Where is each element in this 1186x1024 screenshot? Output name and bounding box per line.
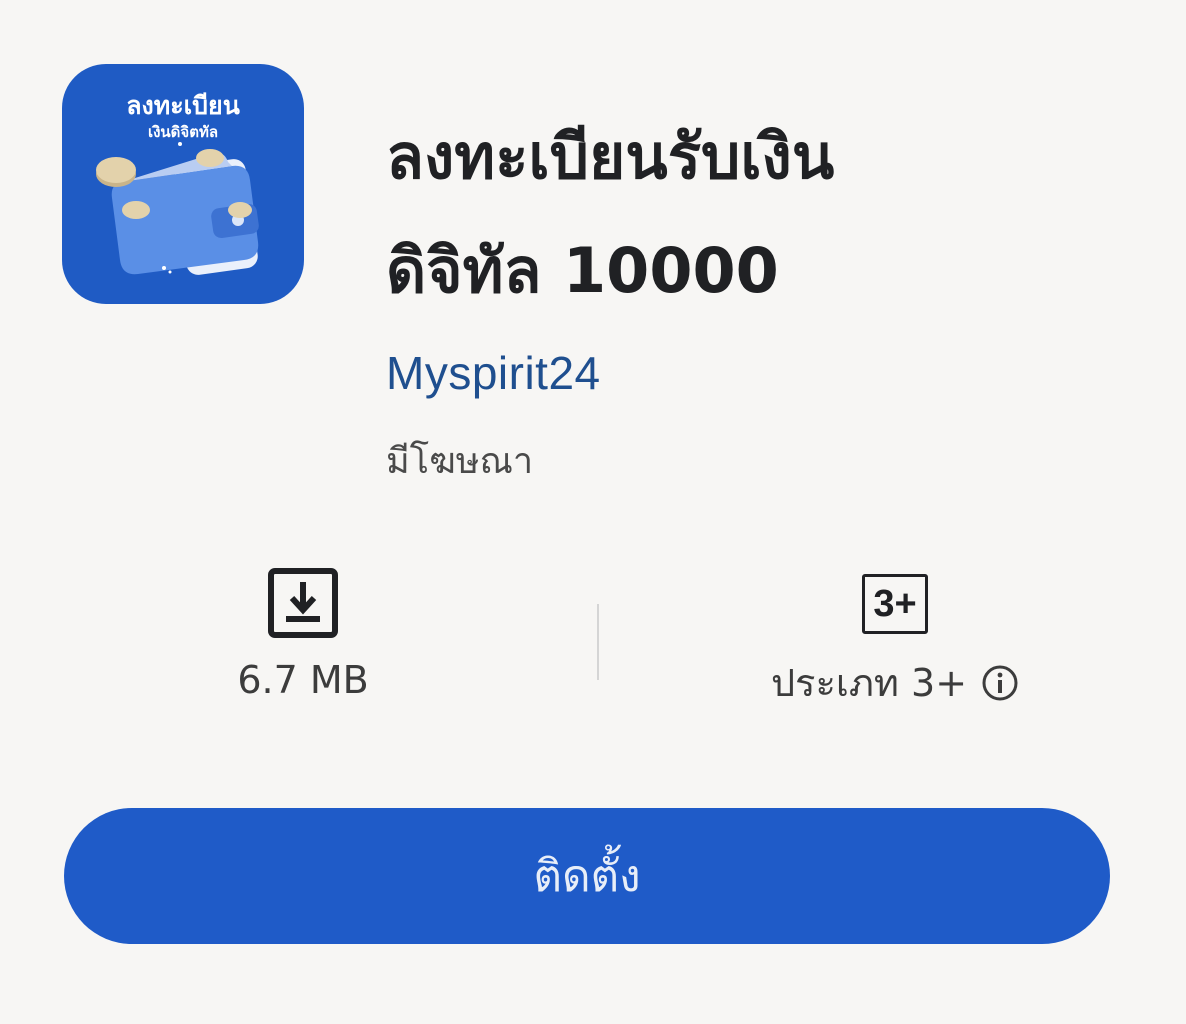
app-title: ลงทะเบียนรับเงิน ดิจิทัล 10000 <box>386 100 1146 328</box>
contains-ads-label: มีโฆษณา <box>386 441 534 482</box>
app-size-value: 6.7 MB <box>237 658 369 702</box>
content-rating-badge: 3+ <box>862 574 928 634</box>
download-icon <box>268 568 338 638</box>
content-rating-label: ประเภท 3+ <box>770 661 968 705</box>
install-button[interactable]: ติดตั้ง <box>64 808 1110 944</box>
size-stat: 6.7 MB <box>203 568 403 702</box>
install-button-label: ติดตั้ง <box>533 851 641 902</box>
app-title-line-1: ลงทะเบียนรับเงิน <box>386 120 835 193</box>
app-listing-page: ลงทะเบียน เงินดิจิตทัล ลงทะเบียนรับเงิน … <box>0 0 1186 1024</box>
info-icon[interactable] <box>981 664 1019 702</box>
app-icon-subtitle: เงินดิจิตทัล <box>147 123 219 141</box>
developer-link[interactable]: Myspirit24 <box>386 346 601 400</box>
app-title-line-2: ดิจิทัล 10000 <box>386 234 779 307</box>
app-icon[interactable]: ลงทะเบียน เงินดิจิตทัล <box>62 64 304 304</box>
stats-divider <box>597 604 599 680</box>
content-rating-stat[interactable]: 3+ ประเภท 3+ <box>745 568 1045 713</box>
